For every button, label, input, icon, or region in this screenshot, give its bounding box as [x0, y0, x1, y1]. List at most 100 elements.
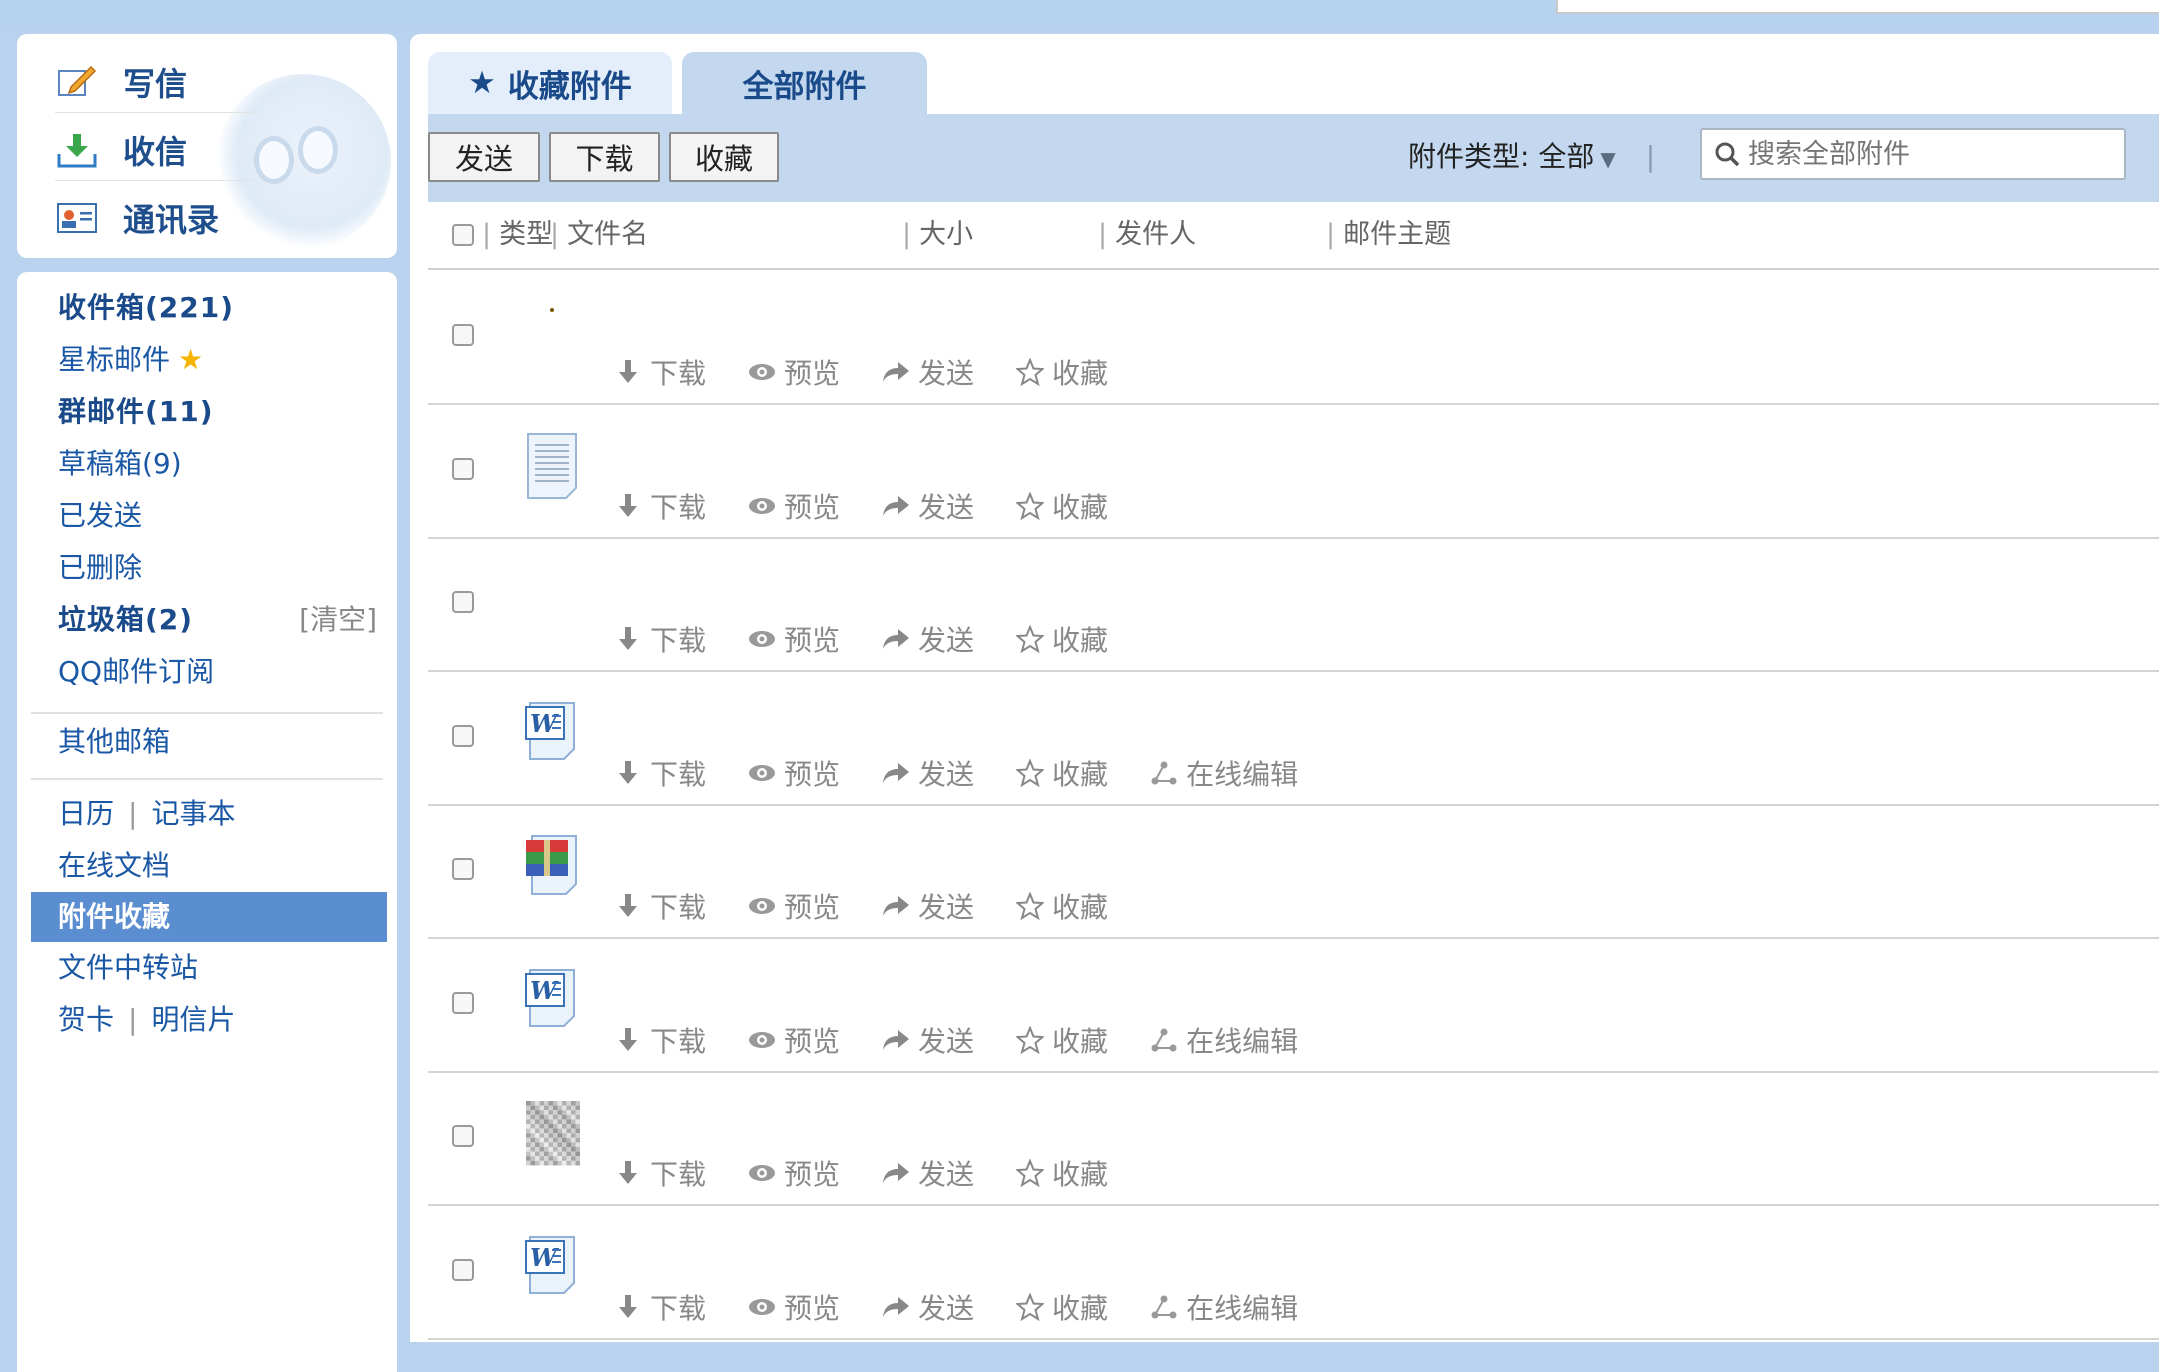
favorite-button[interactable]: 收藏	[669, 132, 779, 182]
spam-clear-link[interactable]: [清空]	[299, 600, 377, 640]
row-checkbox[interactable]	[452, 457, 474, 480]
nav-deleted[interactable]: 已删除	[58, 548, 142, 588]
row-preview-action[interactable]: 预览	[748, 619, 840, 659]
column-size-label: 大小	[919, 219, 974, 250]
nav-drafts[interactable]: 草稿箱(9)	[58, 444, 182, 484]
row-checkbox[interactable]	[452, 724, 474, 747]
row-preview-action[interactable]: 预览	[748, 753, 840, 793]
nav-subscribe[interactable]: QQ邮件订阅	[58, 652, 214, 692]
row-actions: 下载 预览 发送 收藏 在线编辑	[614, 1287, 1340, 1327]
type-filter-value: 全部	[1538, 140, 1595, 173]
row-favorite-action[interactable]: 收藏	[1016, 1287, 1108, 1327]
row-download-action[interactable]: 下载	[614, 352, 706, 392]
row-download-action[interactable]: 下载	[614, 1153, 706, 1193]
action-label-send: 发送	[918, 757, 975, 791]
row-favorite-action[interactable]: 收藏	[1016, 486, 1108, 526]
nav-postcard[interactable]: 明信片	[151, 1003, 235, 1036]
row-checkbox[interactable]	[452, 1258, 474, 1281]
row-download-action[interactable]: 下载	[614, 619, 706, 659]
column-subject[interactable]: | 邮件主题	[1326, 202, 1451, 268]
row-preview-action[interactable]: 预览	[748, 886, 840, 926]
row-preview-action[interactable]: 预览	[748, 352, 840, 392]
nav-group[interactable]: 群邮件(11)	[58, 392, 214, 432]
row-preview-action[interactable]: 预览	[748, 1287, 840, 1327]
column-sender[interactable]: | 发件人	[1098, 202, 1196, 268]
row-preview-action[interactable]: 预览	[748, 486, 840, 526]
column-filename[interactable]: | 文件名	[550, 202, 648, 268]
tab-all-attachments[interactable]: 全部附件	[682, 52, 927, 114]
tab-favorite-attachments[interactable]: ★ 收藏附件	[428, 52, 672, 114]
action-label-send: 发送	[918, 1024, 975, 1058]
nav-starred[interactable]: 星标邮件 ★	[58, 340, 203, 380]
attachment-row[interactable]: 下载 预览 发送 收藏	[428, 404, 2159, 539]
row-checkbox[interactable]	[452, 858, 474, 880]
row-checkbox[interactable]	[452, 1125, 474, 1147]
download-button[interactable]: 下载	[549, 132, 660, 182]
action-label-favorite: 收藏	[1052, 624, 1109, 657]
column-size[interactable]: | 大小	[902, 202, 973, 268]
receive-link[interactable]: 收信	[55, 122, 187, 178]
row-send-action[interactable]: 发送	[882, 753, 974, 793]
row-send-action[interactable]: 发送	[882, 886, 974, 926]
attachment-row[interactable]: 下载 预览 发送 收藏	[428, 1071, 2159, 1206]
row-send-action[interactable]: 发送	[882, 1153, 974, 1193]
row-edit-online-action[interactable]: 在线编辑	[1150, 1020, 1298, 1060]
row-download-action[interactable]: 下载	[614, 1287, 706, 1327]
action-label-preview: 预览	[784, 891, 841, 924]
row-checkbox[interactable]	[452, 591, 474, 613]
attachment-row[interactable]: W 下载 预览 发送 收藏 在线编辑	[428, 671, 2159, 806]
row-send-action[interactable]: 发送	[882, 619, 974, 659]
attachment-row[interactable]: W 下载 预览 发送 收藏 在线编辑	[428, 1205, 2159, 1340]
row-favorite-action[interactable]: 收藏	[1016, 1020, 1108, 1060]
attachment-row[interactable]: W 下载 预览 发送 收藏 在线编辑	[428, 938, 2159, 1073]
nav-inbox[interactable]: 收件箱(221)	[58, 288, 234, 328]
attachment-row[interactable]: 下载 预览 发送 收藏	[428, 537, 2159, 672]
nav-online-docs[interactable]: 在线文档	[58, 846, 170, 886]
top-search-field[interactable]	[1556, 0, 2159, 14]
search-input[interactable]	[1746, 137, 2110, 171]
row-preview-action[interactable]: 预览	[748, 1153, 840, 1193]
action-label-download: 下载	[650, 1158, 707, 1191]
nav-calendar[interactable]: 日历	[58, 797, 114, 830]
compose-link[interactable]: 写信	[55, 54, 187, 110]
row-favorite-action[interactable]: 收藏	[1016, 619, 1108, 659]
attachment-row[interactable]: 下载 预览 发送 收藏	[428, 804, 2159, 939]
star-icon: ★	[468, 65, 496, 101]
row-send-action[interactable]: 发送	[882, 486, 974, 526]
row-send-action[interactable]: 发送	[882, 1020, 974, 1060]
toolbar: 发送 下载 收藏 附件类型: 全部 ▼ |	[428, 114, 2159, 202]
send-button[interactable]: 发送	[428, 132, 540, 182]
nav-attachment-fav[interactable]: 附件收藏	[31, 892, 387, 942]
nav-notes[interactable]: 记事本	[151, 797, 235, 830]
attachment-row[interactable]: 下载 预览 发送 收藏	[428, 270, 2159, 405]
row-download-action[interactable]: 下载	[614, 753, 706, 793]
row-download-action[interactable]: 下载	[614, 886, 706, 926]
nav-file-transfer[interactable]: 文件中转站	[58, 948, 198, 988]
row-favorite-action[interactable]: 收藏	[1016, 886, 1108, 926]
nav-greeting-card[interactable]: 贺卡	[58, 1003, 114, 1036]
action-label-send: 发送	[918, 357, 975, 390]
column-type[interactable]: | 类型	[482, 202, 553, 268]
select-all-checkbox[interactable]	[452, 224, 474, 246]
row-send-action[interactable]: 发送	[882, 1287, 974, 1327]
row-download-action[interactable]: 下载	[614, 486, 706, 526]
row-favorite-action[interactable]: 收藏	[1016, 1153, 1108, 1193]
row-checkbox[interactable]	[452, 991, 474, 1014]
row-edit-online-action[interactable]: 在线编辑	[1150, 1287, 1298, 1327]
nav-spam[interactable]: 垃圾箱(2)	[58, 600, 193, 640]
nav-attachment-fav-label: 附件收藏	[58, 900, 171, 933]
row-preview-action[interactable]: 预览	[748, 1020, 840, 1060]
nav-sent[interactable]: 已发送	[58, 496, 142, 536]
nav-other-mailbox[interactable]: 其他邮箱	[58, 722, 170, 762]
row-send-action[interactable]: 发送	[882, 352, 974, 392]
type-filter[interactable]: 附件类型: 全部 ▼ |	[1408, 132, 1655, 182]
row-download-action[interactable]: 下载	[614, 1020, 706, 1060]
download-arrow-icon	[614, 1159, 642, 1187]
row-edit-online-action[interactable]: 在线编辑	[1150, 753, 1298, 793]
row-actions: 下载 预览 发送 收藏	[614, 1153, 1150, 1193]
contacts-link[interactable]: 通讯录	[55, 190, 219, 246]
row-favorite-action[interactable]: 收藏	[1016, 352, 1108, 392]
row-checkbox[interactable]	[452, 324, 474, 346]
star-outline-icon	[1016, 491, 1045, 520]
row-favorite-action[interactable]: 收藏	[1016, 753, 1108, 793]
